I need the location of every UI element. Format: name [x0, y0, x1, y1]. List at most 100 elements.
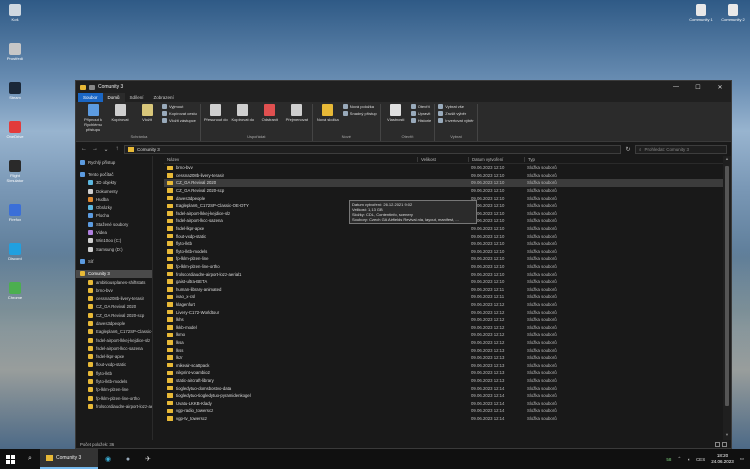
- scroll-up-icon[interactable]: ▲: [723, 156, 731, 164]
- nav-item[interactable]: Comunity 3: [76, 269, 152, 278]
- ribbon-small-button[interactable]: Zrušit výběr: [438, 111, 473, 116]
- file-row[interactable]: fp-lklm-plzen-line-ortho 09.06.2023 12:10…: [164, 263, 731, 271]
- file-row[interactable]: lksa 09.06.2023 12:12 Složka souborů: [164, 339, 731, 347]
- scrollbar-thumb[interactable]: [725, 166, 729, 406]
- nav-item[interactable]: Win10oo (C:): [76, 237, 152, 245]
- nav-item[interactable]: Plocha: [76, 212, 152, 220]
- ribbon-button[interactable]: Kopírovat do: [231, 104, 255, 122]
- file-row[interactable]: lkhs 09.06.2023 12:12 Složka souborů: [164, 316, 731, 324]
- nav-item[interactable]: Síť: [76, 257, 152, 265]
- nav-item[interactable]: daves3dpeople: [76, 319, 152, 327]
- nav-item[interactable]: Samsung (D:): [76, 245, 152, 253]
- column-date[interactable]: Datum vytvoření: [468, 157, 524, 162]
- file-row[interactable]: fsdel-lkpr-apxe 09.06.2023 12:10 Složka so…: [164, 225, 731, 233]
- quick-access-toolbar-icon[interactable]: [89, 84, 95, 90]
- file-row[interactable]: tiogledytuo-tiogledytuo-pyramidenkogel 09…: [164, 392, 731, 400]
- desktop-icon[interactable]: Steam: [2, 82, 28, 100]
- ribbon-small-button[interactable]: Kopírovat cestu: [162, 111, 197, 116]
- clock[interactable]: 18:20 24.06.2023: [711, 453, 734, 465]
- column-type[interactable]: Typ: [524, 157, 580, 162]
- file-row[interactable]: gaist-ultra-BETA 09.06.2023 12:10 Složka s…: [164, 278, 731, 286]
- tab-0[interactable]: Soubor: [78, 93, 103, 102]
- file-row[interactable]: static-aircraft-library 09.06.2023 12:13 S…: [164, 377, 731, 385]
- up-icon[interactable]: ↑: [113, 146, 121, 152]
- nav-item[interactable]: brno-bvv: [76, 286, 152, 294]
- desktop-icon[interactable]: Discord: [2, 243, 28, 261]
- language-indicator[interactable]: CES: [696, 457, 705, 462]
- nav-item[interactable]: fp-lklm-plzen-line-ortho: [76, 394, 152, 402]
- ribbon-button[interactable]: Odstranit: [258, 104, 282, 122]
- file-row[interactable]: flout-vxdp-static 09.06.2023 12:10 Složka …: [164, 232, 731, 240]
- file-row[interactable]: cessna208b-livery-terasir 09.06.2023 12:1…: [164, 172, 731, 180]
- file-row[interactable]: lkmo 09.06.2023 12:12 Složka souborů: [164, 331, 731, 339]
- desktop-icon[interactable]: Koš: [2, 4, 28, 22]
- tab-2[interactable]: Sdílení: [125, 93, 149, 102]
- desktop-icon[interactable]: Community 2: [720, 4, 746, 22]
- ribbon-button[interactable]: Přesunout do: [204, 104, 228, 122]
- nav-item[interactable]: cessna208b-livery-terasir: [76, 294, 152, 302]
- file-row[interactable]: mikeair-scattpack 09.06.2023 12:13 Složka …: [164, 361, 731, 369]
- file-row[interactable]: vgp-tv_towerscz 09.06.2023 12:14 Složka so…: [164, 415, 731, 423]
- notifications-icon[interactable]: ▭: [740, 456, 744, 462]
- file-row[interactable]: CZ_GA Revival 2020-scp 09.06.2023 12:10 Sl…: [164, 187, 731, 195]
- search-box[interactable]: ⌕ Prohledat: Comunity 3: [635, 144, 727, 154]
- scroll-down-icon[interactable]: ▼: [723, 432, 731, 440]
- ribbon-button[interactable]: Kopírovat: [108, 104, 132, 122]
- nav-item[interactable]: 3D objekty: [76, 179, 152, 187]
- nav-item[interactable]: fsdel-lkpr-apxe: [76, 353, 152, 361]
- flight-sim-icon[interactable]: ✈: [138, 449, 158, 469]
- tab-3[interactable]: Zobrazení: [149, 93, 179, 102]
- close-button[interactable]: ✕: [709, 84, 731, 91]
- file-row[interactable]: CZ_GA Revival 2020 09.06.2023 12:10 Složka…: [164, 179, 731, 187]
- file-row[interactable]: nikprint-voambio2 09.06.2023 12:13 Složka …: [164, 369, 731, 377]
- nav-item[interactable]: flout-vxdp-static: [76, 361, 152, 369]
- nav-item[interactable]: ambitiousplanes-shiftstats: [76, 278, 152, 286]
- start-button[interactable]: [0, 449, 20, 469]
- nav-item[interactable]: fsdel-airport-lkcc-sazena: [76, 344, 152, 352]
- desktop-icon[interactable]: Community 1: [688, 4, 714, 22]
- nav-item[interactable]: frolscordiaudre-airport-lozz-aerial1: [76, 402, 152, 410]
- file-row[interactable]: klagenfurt 09.06.2023 12:12 Složka souborů: [164, 301, 731, 309]
- file-row[interactable]: vgp-radio_towerscz 09.06.2023 12:14 Složka…: [164, 407, 731, 415]
- minimize-button[interactable]: —: [665, 84, 687, 90]
- ribbon-small-button[interactable]: Vyjmout: [162, 104, 197, 109]
- nav-item[interactable]: Dokumenty: [76, 187, 152, 195]
- ribbon-small-button[interactable]: Vložit zástupce: [162, 118, 197, 123]
- nav-item[interactable]: fsdel-airport-lkkej-kejdice-slz: [76, 336, 152, 344]
- taskbar-app-explorer[interactable]: Comunity 3: [40, 449, 98, 469]
- ribbon-button[interactable]: Nová složka: [316, 104, 340, 122]
- desktop-icon[interactable]: Flight Simulator: [2, 160, 28, 183]
- address-bar[interactable]: Comunity 3: [124, 144, 621, 154]
- search-icon[interactable]: ⌕: [20, 449, 40, 469]
- details-view-icon[interactable]: [715, 441, 720, 447]
- nav-item[interactable]: Tento počítač: [76, 170, 152, 178]
- file-row[interactable]: tiogledytuo-domsbostvo-data 09.06.2023 12…: [164, 384, 731, 392]
- refresh-icon[interactable]: ↻: [624, 146, 632, 153]
- forward-icon[interactable]: →: [91, 146, 99, 152]
- file-row[interactable]: ivao_x-csl 09.06.2023 12:11 Složka souborů: [164, 293, 731, 301]
- chevron-down-icon[interactable]: ⌄: [102, 146, 110, 153]
- ribbon-small-button[interactable]: Nová položka: [342, 104, 377, 109]
- column-size[interactable]: Velikost: [417, 157, 468, 162]
- ribbon-small-button[interactable]: Invertovat výběr: [438, 118, 474, 123]
- nav-item[interactable]: Eagleplan6_C172SP-Classic-OE-DTY: [76, 328, 152, 336]
- nav-item[interactable]: flyto-lktb-models: [76, 377, 152, 385]
- volume-icon[interactable]: ◖: [687, 457, 690, 462]
- nav-item[interactable]: Obrázky: [76, 203, 152, 211]
- large-icons-view-icon[interactable]: [722, 441, 727, 447]
- ribbon-small-button[interactable]: Historie: [410, 118, 431, 123]
- ribbon-small-button[interactable]: Snadný přístup: [342, 111, 377, 116]
- ribbon-small-button[interactable]: Upravit: [410, 111, 432, 116]
- file-row[interactable]: flyto-lktb-models 09.06.2023 12:10 Složka …: [164, 248, 731, 256]
- back-icon[interactable]: ←: [80, 146, 88, 152]
- maximize-button[interactable]: ☐: [687, 84, 709, 91]
- file-row[interactable]: human-library-animated 09.06.2023 12:11 Sl…: [164, 286, 731, 294]
- file-row[interactable]: lkkb-model 09.06.2023 12:12 Složka souborů: [164, 323, 731, 331]
- nav-item[interactable]: fp-lklm-plzen-line: [76, 386, 152, 394]
- file-row[interactable]: lkss 09.06.2023 12:13 Složka souborů: [164, 346, 731, 354]
- nav-item[interactable]: Stažené soubory: [76, 220, 152, 228]
- ribbon-small-button[interactable]: Otevřít: [410, 104, 432, 109]
- nav-item[interactable]: CZ_GA Revival 2020: [76, 303, 152, 311]
- file-row[interactable]: lkzr 09.06.2023 12:13 Složka souborů: [164, 354, 731, 362]
- network-status[interactable]: 58: [666, 457, 671, 462]
